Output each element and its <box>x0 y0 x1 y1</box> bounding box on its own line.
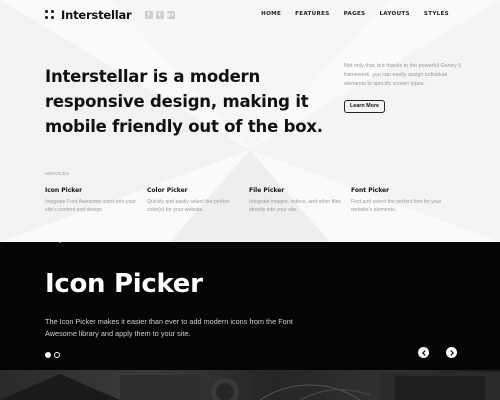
nav-item-home[interactable]: HOME <box>261 11 281 17</box>
chevron-left-icon <box>421 349 425 356</box>
hero-side-panel: Not only that, but thanks to the powerfu… <box>344 62 464 113</box>
hero-headline: Interstellar is a modern responsive desi… <box>45 67 323 136</box>
service-file-picker: File Picker Integrate images, videos, an… <box>249 187 351 215</box>
slider-pagination <box>45 352 60 358</box>
slider-arrows <box>418 347 457 358</box>
background-photo-strip <box>0 370 500 400</box>
social-links: f t g+ <box>144 11 175 19</box>
main-nav: HOME FEATURES PAGES LAYOUTS STYLES <box>261 11 449 17</box>
previous-slide-button[interactable] <box>418 347 429 358</box>
nav-item-pages[interactable]: PAGES <box>344 11 366 17</box>
slider-dot-2[interactable] <box>54 352 60 358</box>
nav-item-layouts[interactable]: LAYOUTS <box>379 11 409 17</box>
google-plus-icon[interactable]: g+ <box>166 11 175 19</box>
logo[interactable]: Interstellar f t g+ <box>45 8 175 22</box>
service-title: File Picker <box>249 187 285 194</box>
hero-description: Not only that, but thanks to the powerfu… <box>344 63 462 87</box>
services-list: Icon Picker Integrate Font Awesome icons… <box>45 187 465 215</box>
hero-section: Interstellar f t g+ HOME FEATURES PAGES … <box>0 0 500 242</box>
slider-notch <box>53 236 67 243</box>
header: Interstellar f t g+ HOME FEATURES PAGES … <box>0 0 500 30</box>
service-icon-picker: Icon Picker Integrate Font Awesome icons… <box>45 187 147 215</box>
service-description: Integrate images, videos, and other file… <box>249 199 341 214</box>
next-slide-button[interactable] <box>446 347 457 358</box>
nav-item-features[interactable]: FEATURES <box>295 11 329 17</box>
slider-dot-1[interactable] <box>45 352 51 358</box>
service-description: Quickly and easily select the perfect co… <box>147 199 230 214</box>
twitter-icon[interactable]: t <box>155 11 164 19</box>
learn-more-button[interactable]: Learn More <box>344 99 386 113</box>
slide-description: The Icon Picker makes it easier than eve… <box>45 317 293 338</box>
service-description: Find and select the perfect font for you… <box>351 199 442 214</box>
facebook-icon[interactable]: f <box>144 11 153 19</box>
service-title: Font Picker <box>351 187 390 194</box>
nav-item-styles[interactable]: STYLES <box>424 11 449 17</box>
logo-text: Interstellar <box>61 8 132 22</box>
chevron-right-icon <box>450 349 454 356</box>
service-color-picker: Color Picker Quickly and easily select t… <box>147 187 249 215</box>
services-label: SERVICES <box>45 171 70 176</box>
service-title: Icon Picker <box>45 187 83 194</box>
showcase-slider: Icon Picker The Icon Picker makes it eas… <box>0 236 500 370</box>
service-font-picker: Font Picker Find and select the perfect … <box>351 187 453 215</box>
logo-mark-icon <box>45 9 56 21</box>
slide-title: Icon Picker <box>45 269 203 299</box>
service-title: Color Picker <box>147 187 188 194</box>
page: Interstellar f t g+ HOME FEATURES PAGES … <box>0 0 500 400</box>
service-description: Integrate Font Awesome icons into your s… <box>45 199 137 214</box>
